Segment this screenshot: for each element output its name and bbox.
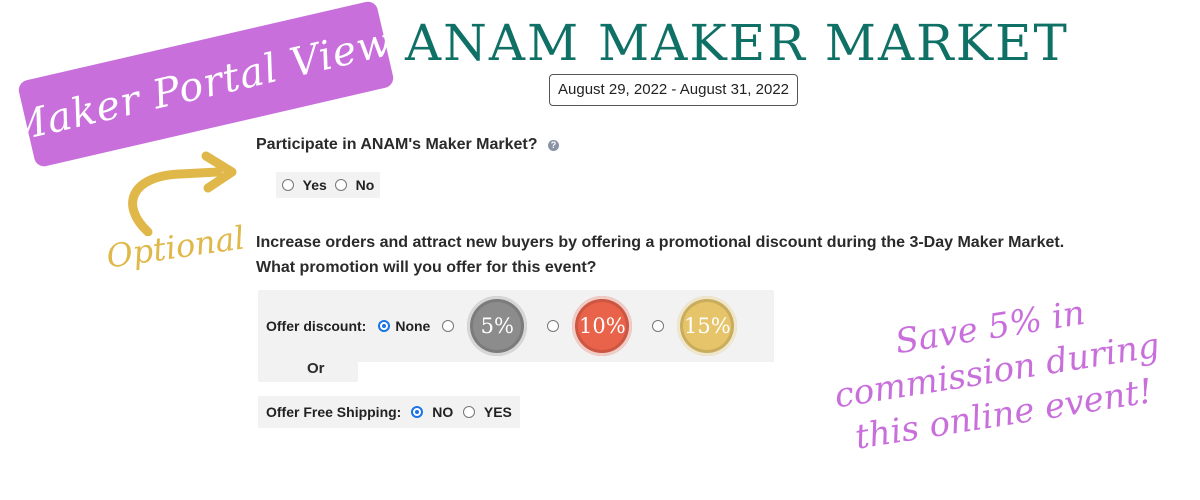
free-shipping-yes-option[interactable]: YES [463, 404, 512, 420]
discount-none-option[interactable]: None [378, 318, 430, 334]
radio-no[interactable] [334, 179, 347, 191]
help-icon[interactable]: ? [547, 140, 559, 151]
participate-yes-option[interactable]: Yes [282, 177, 327, 193]
radio-none[interactable] [378, 320, 391, 332]
save-commission-note: Save 5% in commission during this online… [824, 280, 1171, 462]
discount-options: Offer discount: None 5% 10% 15% [258, 290, 774, 362]
badge-15-percent: 15% [677, 296, 738, 356]
radio-15[interactable] [652, 320, 665, 332]
date-range: August 29, 2022 - August 31, 2022 [549, 74, 799, 106]
banner-text: Maker Portal View: [1, 15, 411, 153]
discount-label: Offer discount: [266, 318, 367, 334]
discount-none-label: None [395, 318, 431, 334]
discount-15-option[interactable]: 15% [652, 296, 745, 356]
discount-5-option[interactable]: 5% [442, 296, 535, 356]
radio-10[interactable] [547, 320, 560, 332]
participate-no-label: No [355, 177, 375, 193]
promotion-question: Increase orders and attract new buyers b… [256, 230, 1176, 280]
page-title: ANAM MAKER MARKET [405, 14, 1069, 72]
participate-options: Yes No [276, 172, 381, 198]
radio-yes[interactable] [282, 179, 294, 191]
radio-shipping-yes[interactable] [463, 406, 476, 418]
or-text: Or [307, 360, 325, 377]
participate-yes-label: Yes [302, 177, 327, 193]
free-shipping-no-label: NO [432, 404, 454, 420]
participate-question: Participate in ANAM's Maker Market? ? [256, 136, 559, 154]
free-shipping-yes-label: YES [483, 404, 512, 420]
radio-shipping-no[interactable] [411, 406, 424, 418]
free-shipping-no-option[interactable]: NO [411, 404, 453, 420]
badge-10-percent: 10% [572, 296, 633, 356]
participate-no-option[interactable]: No [334, 177, 375, 193]
promotion-line-1: Increase orders and attract new buyers b… [256, 234, 1065, 251]
participate-question-text: Participate in ANAM's Maker Market? [256, 136, 538, 153]
free-shipping-options: Offer Free Shipping: NO YES [258, 396, 520, 428]
free-shipping-label: Offer Free Shipping: [266, 404, 402, 420]
badge-5-percent: 5% [467, 296, 528, 356]
radio-5[interactable] [442, 320, 455, 332]
discount-10-option[interactable]: 10% [547, 296, 640, 356]
promotion-line-2: What promotion will you offer for this e… [256, 259, 597, 276]
